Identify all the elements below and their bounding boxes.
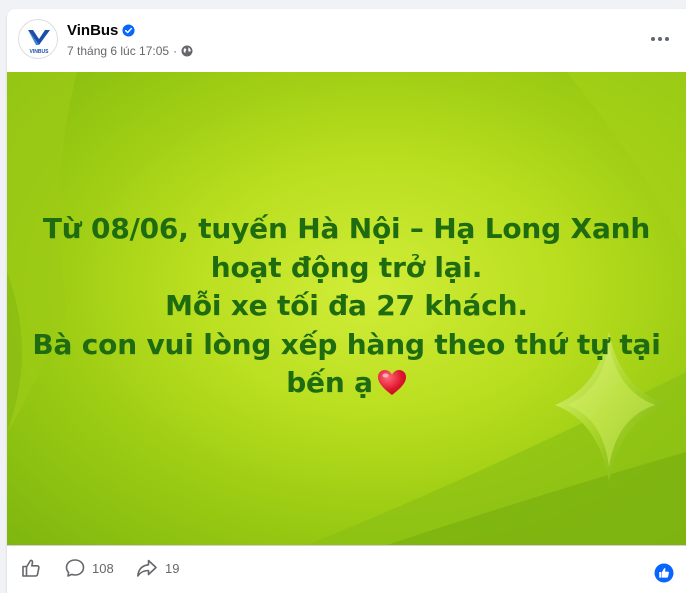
author-row: VinBus: [67, 22, 135, 39]
image-text-line-1: Từ 08/06, tuyến Hà Nội – Hạ Long Xanh: [42, 212, 651, 245]
image-text-line-3: Mỗi xe tối đa 27 khách.: [165, 289, 528, 322]
post-meta: 7 tháng 6 lúc 17:05 ·: [67, 44, 193, 58]
like-icon: [22, 559, 40, 577]
avatar-label: VINBUS: [30, 49, 50, 55]
post-card: VINBUS VinBus 7 tháng 6 lúc 17:05 · Từ 0…: [7, 9, 686, 593]
post-image-text: Từ 08/06, tuyến Hà Nội – Hạ Long Xanh ho…: [7, 210, 686, 403]
comment-icon: [65, 559, 85, 577]
like-button[interactable]: [21, 558, 41, 578]
comment-button[interactable]: 108: [65, 558, 114, 578]
like-reaction-icon[interactable]: [654, 563, 674, 583]
image-text-line-5: bến ạ: [286, 366, 373, 399]
comment-count: 108: [92, 560, 114, 576]
post-image[interactable]: Từ 08/06, tuyến Hà Nội – Hạ Long Xanh ho…: [7, 72, 686, 545]
image-text-line-5-wrap: bến ạ: [7, 364, 686, 403]
post-actions-bar: 108 19: [7, 545, 686, 593]
more-options-icon[interactable]: [648, 29, 672, 49]
meta-separator: ·: [173, 44, 178, 58]
author-name[interactable]: VinBus: [67, 22, 118, 39]
image-text-line-2: hoạt động trở lại.: [210, 250, 483, 284]
share-button[interactable]: 19: [136, 558, 179, 578]
heart-emoji-icon: [377, 370, 406, 395]
image-text-line-4: Bà con vui lòng xếp hàng theo thứ tự tại: [32, 327, 661, 361]
post-timestamp[interactable]: 7 tháng 6 lúc 17:05: [67, 44, 169, 58]
share-count: 19: [165, 560, 180, 576]
post-header: VINBUS VinBus 7 tháng 6 lúc 17:05 ·: [7, 9, 686, 72]
globe-icon: [181, 45, 193, 57]
verified-badge-icon: [122, 24, 135, 37]
share-icon: [137, 559, 157, 577]
avatar[interactable]: VINBUS: [18, 19, 58, 59]
